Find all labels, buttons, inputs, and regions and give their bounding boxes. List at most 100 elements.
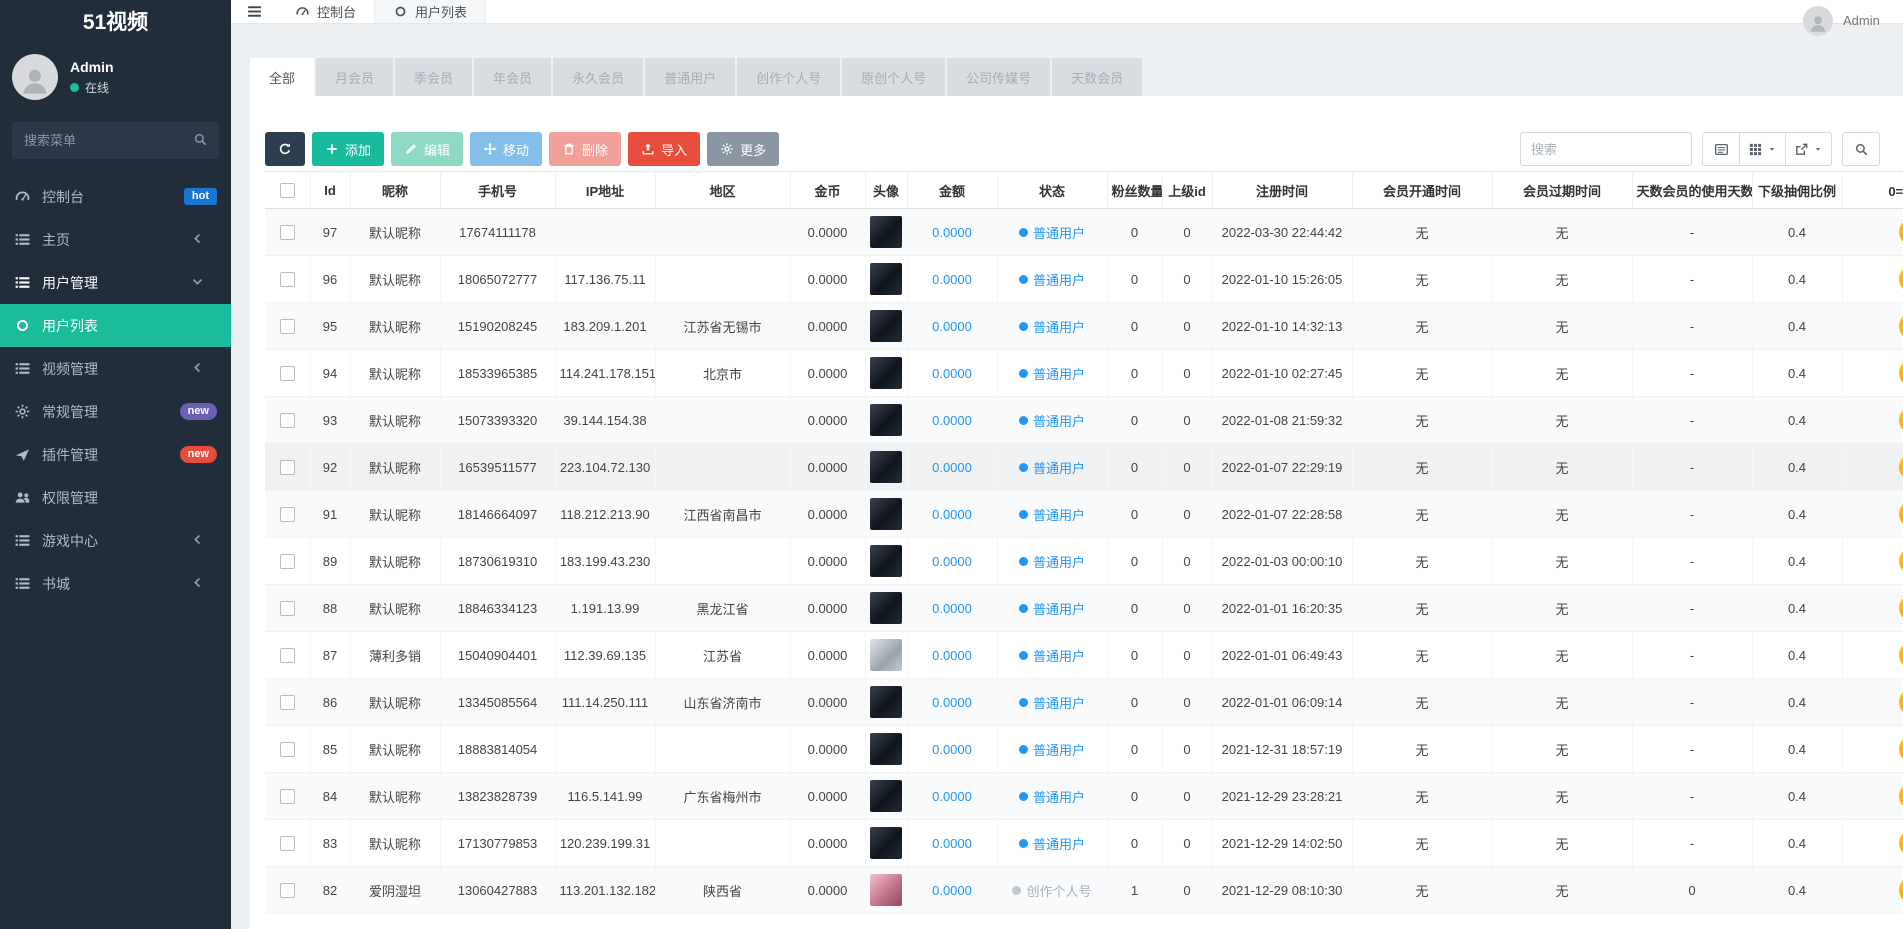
refresh-button[interactable] <box>265 132 305 166</box>
cell-phone: 15073393320 <box>440 396 556 444</box>
row-checkbox[interactable] <box>279 225 295 241</box>
row-checkbox[interactable] <box>279 695 295 711</box>
import-button[interactable]: 导入 <box>628 132 701 166</box>
amount-link[interactable]: 0.0000 <box>932 507 972 522</box>
row-checkbox[interactable] <box>279 460 295 476</box>
status-toggle[interactable] <box>1898 641 1903 669</box>
row-checkbox[interactable] <box>279 507 295 523</box>
filter-tab-永久会员[interactable]: 永久会员 <box>553 58 644 96</box>
status-toggle[interactable] <box>1898 688 1903 716</box>
status-toggle[interactable] <box>1898 782 1903 810</box>
sidebar-item-插件管理[interactable]: 插件管理 new <box>0 433 231 476</box>
cell-nickname: 默认昵称 <box>350 443 441 491</box>
amount-link[interactable]: 0.0000 <box>932 601 972 616</box>
status-toggle[interactable] <box>1898 265 1903 293</box>
chevron-left-icon <box>194 362 201 372</box>
row-checkbox[interactable] <box>279 554 295 570</box>
row-checkbox[interactable] <box>279 601 295 617</box>
search-submit-button[interactable] <box>1842 132 1880 166</box>
status-toggle[interactable] <box>1898 500 1903 528</box>
amount-link[interactable]: 0.0000 <box>932 648 972 663</box>
add-button[interactable]: 添加 <box>312 132 385 166</box>
menu-search-input[interactable] <box>12 122 219 159</box>
status-toggle[interactable] <box>1898 453 1903 481</box>
amount-link[interactable]: 0.0000 <box>932 883 972 898</box>
cell-check <box>265 302 311 350</box>
filter-tab-原创个人号[interactable]: 原创个人号 <box>842 58 946 96</box>
sidebar-item-视频管理[interactable]: 视频管理 <box>0 347 231 390</box>
amount-link[interactable]: 0.0000 <box>932 366 972 381</box>
filter-tab-全部[interactable]: 全部 <box>250 58 315 96</box>
status-toggle[interactable] <box>1898 876 1903 904</box>
row-checkbox[interactable] <box>279 742 295 758</box>
cell-nickname: 默认昵称 <box>350 678 441 726</box>
cell-region <box>655 537 791 585</box>
filter-tab-月会员[interactable]: 月会员 <box>316 58 394 96</box>
amount-link[interactable]: 0.0000 <box>932 225 972 240</box>
status-toggle[interactable] <box>1898 218 1903 246</box>
status-label: 创作个人号 <box>1026 883 1092 899</box>
status-toggle[interactable] <box>1898 594 1903 622</box>
sidebar-item-书城[interactable]: 书城 <box>0 562 231 605</box>
row-checkbox[interactable] <box>279 789 295 805</box>
detail-view-button[interactable] <box>1702 132 1740 166</box>
tab-用户列表[interactable]: 用户列表 <box>374 0 487 23</box>
row-checkbox[interactable] <box>279 413 295 429</box>
status-label: 普通用户 <box>1032 413 1085 429</box>
sidebar-item-游戏中心[interactable]: 游戏中心 <box>0 519 231 562</box>
row-checkbox[interactable] <box>279 319 295 335</box>
row-checkbox[interactable] <box>279 883 295 899</box>
sidebar-item-用户管理[interactable]: 用户管理 <box>0 261 231 304</box>
header-cell-status: 状态 <box>997 171 1108 209</box>
filter-tab-公司传媒号[interactable]: 公司传媒号 <box>947 58 1051 96</box>
cell-commission: 0.4 <box>1752 866 1843 914</box>
sidebar-item-用户列表[interactable]: 用户列表 <box>0 304 231 347</box>
amount-link[interactable]: 0.0000 <box>932 742 972 757</box>
status-toggle[interactable] <box>1898 312 1903 340</box>
row-checkbox[interactable] <box>279 648 295 664</box>
table-search-input[interactable] <box>1520 132 1692 166</box>
cell-region: 黑龙江省 <box>655 584 791 632</box>
sidebar-item-label: 游戏中心 <box>42 532 98 549</box>
filter-tab-创作个人号[interactable]: 创作个人号 <box>737 58 841 96</box>
sidebar-item-权限管理[interactable]: 权限管理 <box>0 476 231 519</box>
row-checkbox[interactable] <box>279 836 295 852</box>
cell-commission: 0.4 <box>1752 772 1843 820</box>
select-all-checkbox[interactable] <box>279 183 295 199</box>
status-toggle[interactable] <box>1898 359 1903 387</box>
main-area: 控制台 用户列表 Admin 全部 月会员 季会员 年会员 永久会员 普通用户 创作个人号 原创… <box>231 0 1903 929</box>
sidebar-item-常规管理[interactable]: 常规管理 new <box>0 390 231 433</box>
cell-vip_open: 无 <box>1352 537 1493 585</box>
filter-tab-天数会员[interactable]: 天数会员 <box>1052 58 1143 96</box>
row-checkbox[interactable] <box>279 272 295 288</box>
columns-toggle-button[interactable] <box>1740 132 1786 166</box>
amount-link[interactable]: 0.0000 <box>932 460 972 475</box>
amount-link[interactable]: 0.0000 <box>932 413 972 428</box>
status-toggle[interactable] <box>1898 547 1903 575</box>
table-row: 89 默认昵称 18730619310 183.199.43.230 0.0000 0.0… <box>265 537 1903 585</box>
row-checkbox[interactable] <box>279 366 295 382</box>
more-button[interactable]: 更多 <box>707 132 780 166</box>
sidebar-toggle-button[interactable] <box>231 0 277 23</box>
cell-fans: 0 <box>1107 584 1163 632</box>
filter-tab-季会员[interactable]: 季会员 <box>395 58 473 96</box>
filter-tab-普通用户[interactable]: 普通用户 <box>645 58 736 96</box>
amount-link[interactable]: 0.0000 <box>932 272 972 287</box>
amount-link[interactable]: 0.0000 <box>932 789 972 804</box>
filter-tab-年会员[interactable]: 年会员 <box>474 58 552 96</box>
sidebar-item-主页[interactable]: 主页 <box>0 218 231 261</box>
status-toggle[interactable] <box>1898 406 1903 434</box>
status-toggle[interactable] <box>1898 829 1903 857</box>
amount-link[interactable]: 0.0000 <box>932 554 972 569</box>
amount-link[interactable]: 0.0000 <box>932 836 972 851</box>
tab-控制台[interactable]: 控制台 <box>277 0 374 23</box>
amount-link[interactable]: 0.0000 <box>932 319 972 334</box>
cell-reg_time: 2021-12-29 23:28:21 <box>1212 772 1353 820</box>
amount-link[interactable]: 0.0000 <box>932 695 972 710</box>
cell-parent_id: 0 <box>1162 584 1213 632</box>
status-toggle[interactable] <box>1898 735 1903 763</box>
topbar-user-menu[interactable]: Admin <box>1803 0 1903 41</box>
cell-days_used: - <box>1632 678 1753 726</box>
export-button[interactable] <box>1786 132 1832 166</box>
sidebar-item-控制台[interactable]: 控制台 hot <box>0 175 231 218</box>
